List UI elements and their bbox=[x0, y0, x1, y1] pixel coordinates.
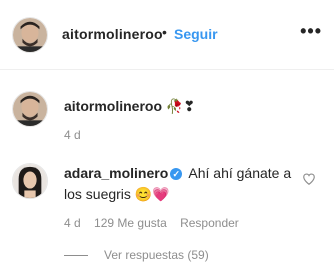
view-replies-button[interactable]: Ver respuestas (59) bbox=[64, 248, 209, 262]
caption-content: 🥀❣ bbox=[165, 98, 196, 114]
comment-timestamp[interactable]: 4 d bbox=[64, 216, 81, 230]
heart-outline-icon[interactable] bbox=[302, 172, 316, 186]
view-replies-label: Ver respuestas (59) bbox=[104, 248, 209, 262]
caption-text: aitormolineroo 🥀❣ bbox=[64, 98, 195, 115]
follow-button[interactable]: Seguir bbox=[174, 26, 218, 42]
comment-likes[interactable]: 129 Me gusta bbox=[94, 216, 167, 230]
comment-body: adara_molinero ✓ Ahí ahí gánate a los sue… bbox=[64, 163, 296, 205]
author-avatar[interactable] bbox=[12, 17, 48, 53]
commenter-avatar[interactable] bbox=[12, 163, 48, 199]
more-options-icon[interactable]: ••• bbox=[300, 22, 322, 40]
replies-divider bbox=[64, 255, 88, 257]
separator-dot: • bbox=[162, 24, 167, 40]
caption-username[interactable]: aitormolineroo bbox=[64, 98, 162, 114]
post-header: aitormolineroo • Seguir ••• bbox=[0, 0, 334, 70]
commenter-username[interactable]: adara_molinero bbox=[64, 165, 168, 181]
reply-button[interactable]: Responder bbox=[180, 216, 239, 230]
verified-badge-icon: ✓ bbox=[170, 168, 183, 180]
caption-timestamp[interactable]: 4 d bbox=[64, 128, 81, 142]
author-username[interactable]: aitormolineroo bbox=[62, 26, 163, 42]
caption-avatar[interactable] bbox=[12, 91, 48, 127]
comment-meta: 4 d 129 Me gusta Responder bbox=[64, 216, 249, 230]
